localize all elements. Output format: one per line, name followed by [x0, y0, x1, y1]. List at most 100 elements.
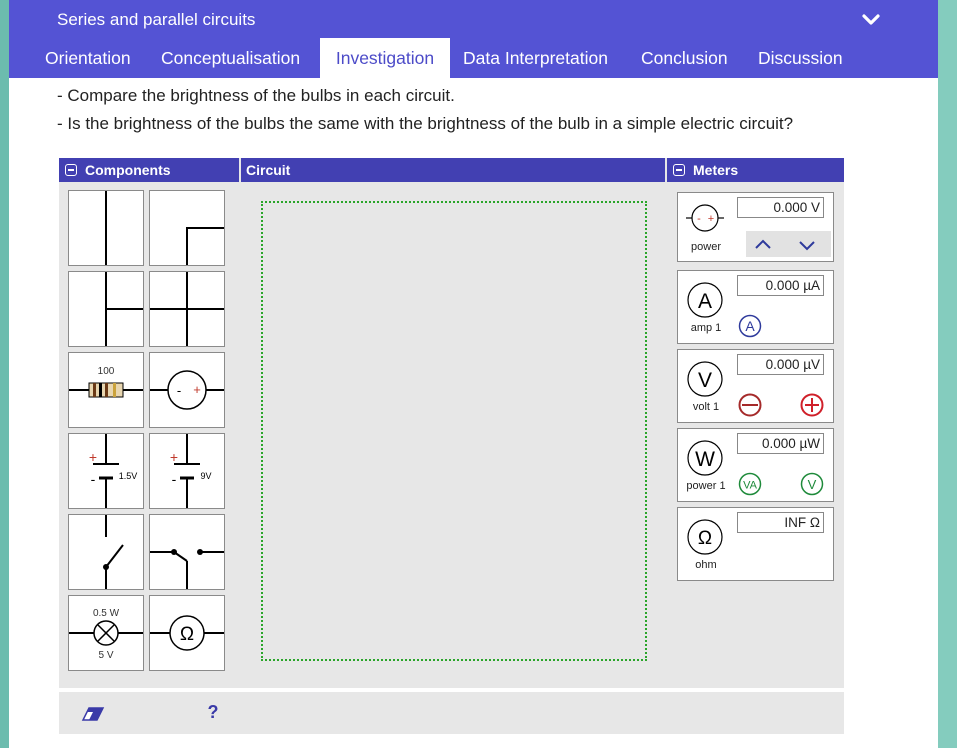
meters-panel: - + power 0.000 V A amp 1 0.000 µA A V v…: [667, 182, 844, 688]
ammeter: A amp 1 0.000 µA A: [677, 270, 834, 344]
meter-label: volt 1: [692, 401, 720, 413]
svg-text:9V: 9V: [200, 471, 211, 481]
svg-text:1.5V: 1.5V: [119, 471, 138, 481]
svg-text:VA: VA: [743, 480, 758, 492]
tab-discussion[interactable]: Discussion: [758, 38, 843, 78]
straight-wire-icon: [105, 191, 107, 265]
wattmeter: W power 1 0.000 µW VA V: [677, 428, 834, 502]
instruction-line: - Compare the brightness of the bulbs in…: [57, 86, 455, 105]
svg-text:V: V: [698, 369, 712, 392]
minus-circle-icon: [738, 393, 762, 417]
voltmeter: V volt 1 0.000 µV: [677, 349, 834, 423]
tab-conceptualisation[interactable]: Conceptualisation: [161, 38, 300, 78]
voltmeter-positive-probe-button[interactable]: [799, 392, 825, 418]
meters-header[interactable]: Meters: [667, 158, 844, 182]
ammeter-small-icon: A: [738, 314, 762, 338]
cross-junction-icon: [150, 272, 224, 346]
lab-window: Series and parallel circuits Orientation…: [9, 0, 938, 748]
ohm-icon: Ω: [150, 615, 224, 651]
circuit-canvas[interactable]: [241, 182, 665, 688]
power-source-icon: - +: [150, 370, 224, 410]
components-header[interactable]: Components: [59, 158, 239, 182]
help-button[interactable]: ?: [203, 702, 223, 726]
svg-text:-: -: [91, 471, 96, 487]
ohmmeter: Ω ohm INF Ω: [677, 507, 834, 581]
svg-text:W: W: [695, 448, 715, 471]
background-right: [938, 0, 957, 748]
tab-investigation[interactable]: Investigation: [320, 38, 450, 78]
battery-icon: + - 1.5V: [89, 434, 138, 508]
bulb-icon: 0.5 W 5 V: [69, 608, 143, 661]
switch-component[interactable]: [68, 514, 144, 590]
collapse-minus-icon: [65, 164, 77, 176]
svg-text:Ω: Ω: [698, 528, 712, 549]
ohmmeter-component[interactable]: Ω: [149, 595, 225, 671]
wattmeter-current-button[interactable]: VA: [737, 471, 763, 497]
power-source-icon: - +: [686, 204, 724, 232]
power-source-voltage-field[interactable]: 0.000 V: [737, 197, 824, 218]
chevron-down-icon: [799, 241, 815, 251]
svg-text:+: +: [708, 213, 714, 225]
tab-orientation[interactable]: Orientation: [45, 38, 131, 78]
chevron-down-icon: [862, 14, 880, 25]
ohm-icon: Ω: [687, 519, 723, 555]
voltmeter-icon: V: [687, 361, 723, 397]
circuit-drop-area[interactable]: [261, 201, 647, 661]
voltmeter-reading: 0.000 µV: [737, 354, 824, 375]
collapse-minus-icon: [673, 164, 685, 176]
ammeter-reading: 0.000 µA: [737, 275, 824, 296]
svg-text:-: -: [177, 383, 181, 398]
cross-junction-wire-component[interactable]: [149, 271, 225, 347]
two-way-switch-component[interactable]: [149, 514, 225, 590]
background-left: [0, 0, 9, 748]
tab-data-interpretation[interactable]: Data Interpretation: [463, 38, 608, 78]
corner-wire-icon: [186, 227, 224, 265]
svg-text:V: V: [808, 477, 817, 492]
va-circle-icon: VA: [738, 472, 762, 496]
circuit-header: Circuit: [241, 158, 665, 182]
voltage-down-button[interactable]: [794, 232, 820, 258]
collapse-button[interactable]: [859, 8, 883, 32]
svg-text:+: +: [193, 382, 201, 397]
svg-text:+: +: [89, 449, 97, 465]
resistor-component[interactable]: 100: [68, 352, 144, 428]
wattmeter-icon: W: [687, 440, 723, 476]
instructions: - Compare the brightness of the bulbs in…: [57, 82, 793, 138]
two-way-switch-icon: [150, 549, 224, 589]
svg-text:-: -: [697, 213, 701, 225]
voltmeter-negative-probe-button[interactable]: [737, 392, 763, 418]
svg-text:Ω: Ω: [180, 624, 194, 645]
bulb-component[interactable]: 0.5 W 5 V: [68, 595, 144, 671]
corner-wire-component[interactable]: [149, 190, 225, 266]
meter-label: power 1: [686, 480, 726, 492]
eraser-button[interactable]: [81, 704, 107, 724]
add-ammeter-button[interactable]: A: [737, 313, 763, 339]
window-title: Series and parallel circuits: [57, 10, 256, 29]
tab-conclusion[interactable]: Conclusion: [641, 38, 728, 78]
t-junction-wire-component[interactable]: [68, 271, 144, 347]
v-circle-icon: V: [800, 472, 824, 496]
svg-text:0.5 W: 0.5 W: [93, 608, 120, 619]
eraser-icon: [81, 707, 105, 721]
circuit-workspace: Components Circuit Meters 100 - + + - 1.…: [59, 158, 844, 688]
resistor-value-label: 100: [98, 366, 115, 377]
meter-label: amp 1: [690, 322, 722, 334]
t-junction-icon: [105, 272, 143, 346]
power-source-component[interactable]: - +: [149, 352, 225, 428]
svg-text:5 V: 5 V: [98, 650, 113, 661]
instruction-line: - Is the brightness of the bulbs the sam…: [57, 114, 794, 133]
resistor-icon: 100: [69, 366, 143, 398]
header-bar: Series and parallel circuits Orientation…: [9, 0, 938, 78]
battery-9v-component[interactable]: + - 9V: [149, 433, 225, 509]
svg-text:A: A: [745, 318, 755, 334]
battery-1-5v-component[interactable]: + - 1.5V: [68, 433, 144, 509]
ammeter-icon: A: [687, 282, 723, 318]
straight-wire-component[interactable]: [68, 190, 144, 266]
wattmeter-voltage-button[interactable]: V: [799, 471, 825, 497]
svg-text:+: +: [170, 449, 178, 465]
ohmmeter-reading: INF Ω: [737, 512, 824, 533]
meter-label: power: [691, 241, 721, 253]
voltage-up-button[interactable]: [750, 232, 776, 258]
svg-text:A: A: [698, 290, 712, 313]
svg-text:-: -: [172, 471, 177, 487]
